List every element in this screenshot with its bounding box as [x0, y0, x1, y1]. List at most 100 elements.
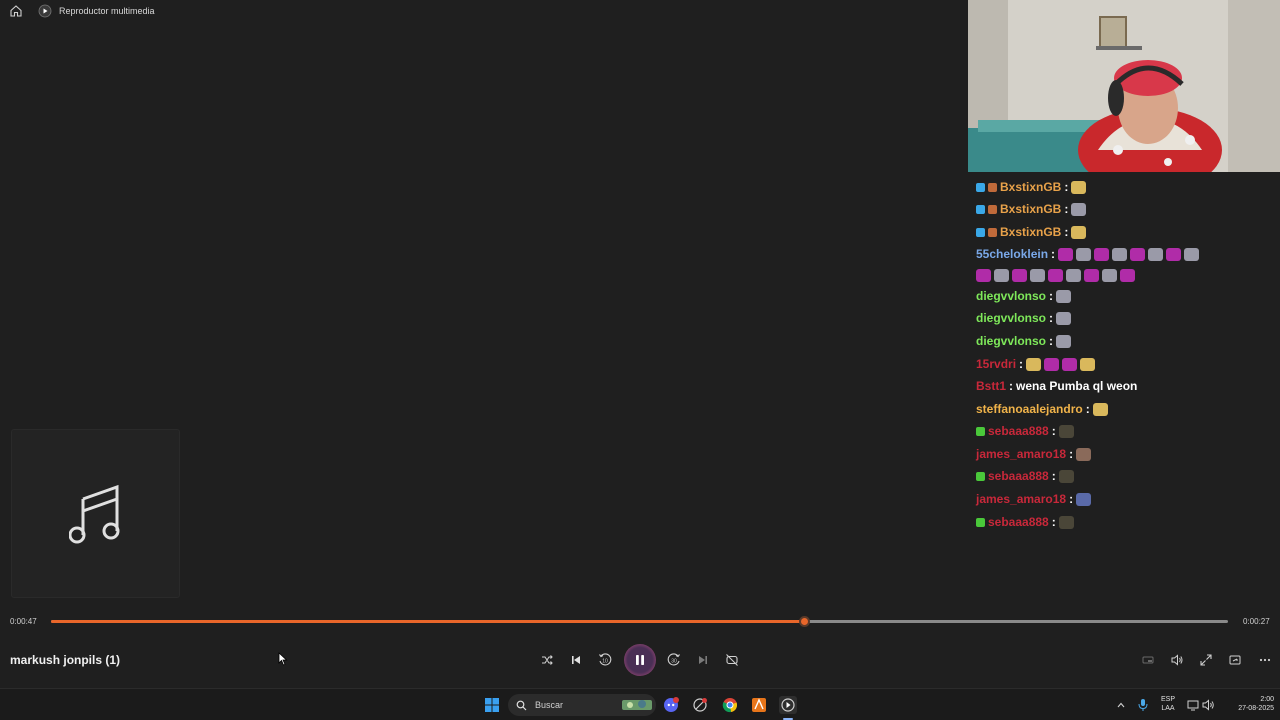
- media-player-icon: [38, 4, 52, 18]
- chat-username[interactable]: diegvvlonso: [976, 289, 1046, 303]
- taskbar-media-player[interactable]: [778, 695, 798, 715]
- chat-emote-icon: [1076, 247, 1092, 261]
- elapsed-time: 0:00:47: [10, 617, 37, 626]
- chat-separator: :: [1085, 402, 1090, 416]
- more-options-button[interactable]: [1255, 650, 1275, 670]
- shuffle-button[interactable]: [537, 650, 557, 670]
- chat-emote-icon: [1071, 180, 1087, 194]
- clock[interactable]: 2:00 27-08-2025: [1222, 695, 1274, 713]
- repeat-off-icon: [726, 654, 738, 666]
- miniplayer-icon: [1142, 656, 1154, 664]
- chat-emote-icon: [1056, 289, 1072, 303]
- svg-text:10: 10: [602, 659, 608, 665]
- chat-username[interactable]: sebaaa888: [988, 424, 1049, 438]
- chat-badge-icon: [988, 204, 997, 214]
- chat-emote-icon: [1048, 269, 1063, 282]
- language-code: ESP: [1160, 696, 1175, 703]
- tray-overflow-button[interactable]: [1111, 695, 1131, 715]
- rewind-10-button[interactable]: 10: [595, 650, 615, 670]
- language-indicator[interactable]: ESP LAA: [1156, 695, 1180, 713]
- previous-button[interactable]: [566, 650, 586, 670]
- start-button[interactable]: [482, 695, 502, 715]
- forward-30-button[interactable]: 30: [664, 650, 684, 670]
- chat-message: BxstixnGB :: [976, 202, 1087, 216]
- chat-username[interactable]: sebaaa888: [988, 515, 1049, 529]
- chat-badge-icon: [976, 182, 985, 192]
- seek-bar-thumb[interactable]: [799, 616, 811, 627]
- chrome-icon: [722, 698, 737, 713]
- chat-badge-icon: [976, 204, 985, 214]
- next-button[interactable]: [693, 650, 713, 670]
- chat-message: sebaaa888 :: [976, 469, 1074, 483]
- volume-button[interactable]: [1167, 650, 1187, 670]
- microphone-tray[interactable]: [1133, 695, 1153, 715]
- chat-emote-icon: [1071, 202, 1087, 216]
- pause-icon: [636, 655, 644, 665]
- cast-icon: [1229, 655, 1241, 665]
- chat-separator: :: [1064, 202, 1069, 216]
- chat-emote-icon: [994, 269, 1009, 282]
- chat-emote-icon: [1062, 357, 1078, 371]
- previous-icon: [572, 656, 580, 664]
- taskbar-app-2[interactable]: [690, 695, 710, 715]
- chat-separator: :: [1051, 247, 1056, 261]
- taskbar-search[interactable]: Buscar: [508, 694, 656, 716]
- volume-icon: [1171, 654, 1183, 666]
- fullscreen-button[interactable]: [1196, 650, 1216, 670]
- repeat-button[interactable]: [722, 650, 742, 670]
- chat-username[interactable]: 55cheloklein: [976, 247, 1048, 261]
- seek-bar[interactable]: [51, 616, 1228, 627]
- chat-badge-icon: [976, 227, 985, 237]
- volume-tray[interactable]: [1199, 695, 1219, 715]
- chat-emote-icon: [1076, 447, 1092, 461]
- fullscreen-icon: [1200, 654, 1212, 666]
- microphone-icon: [1138, 699, 1148, 711]
- rewind-10-icon: 10: [599, 653, 612, 666]
- taskbar-chrome[interactable]: [720, 695, 740, 715]
- discord-icon: [664, 697, 679, 712]
- taskbar-app-4[interactable]: [749, 695, 769, 715]
- chat-emote-icon: [1044, 357, 1060, 371]
- chat-message: 55cheloklein :: [976, 247, 1200, 261]
- mouse-cursor-icon: [278, 652, 288, 666]
- chat-emote-icon: [1130, 247, 1146, 261]
- chat-username[interactable]: BxstixnGB: [1000, 225, 1061, 239]
- chat-emote-icon: [1030, 269, 1045, 282]
- pause-button[interactable]: [624, 644, 656, 676]
- chat-username[interactable]: diegvvlonso: [976, 334, 1046, 348]
- chat-emote-icon: [1026, 357, 1042, 371]
- chat-username[interactable]: 15rvdri: [976, 357, 1016, 371]
- chat-message: diegvvlonso :: [976, 289, 1072, 303]
- editor-app-icon: [752, 698, 766, 712]
- chat-panel: BxstixnGB : BxstixnGB : BxstixnGB :55chelo…: [968, 176, 1280, 556]
- taskbar: Buscar ESP LAA 2:00 27-08-2025: [0, 688, 1280, 720]
- chat-emote-icon: [1058, 469, 1074, 483]
- chat-separator: :: [1051, 469, 1056, 483]
- music-note-icon: [68, 484, 119, 543]
- chat-username[interactable]: steffanoaalejandro: [976, 402, 1083, 416]
- cast-button[interactable]: [1225, 650, 1245, 670]
- search-icon: [516, 700, 527, 710]
- chat-username[interactable]: BxstixnGB: [1000, 202, 1061, 216]
- chat-badge-icon: [976, 517, 985, 527]
- chat-separator: :: [1019, 357, 1024, 371]
- windows-icon: [485, 698, 499, 712]
- media-player-window: Reproductor multimedia BxstixnGB : Bxstix…: [0, 0, 1280, 688]
- chat-emote-icon: [1066, 269, 1081, 282]
- chat-message: sebaaa888 :: [976, 424, 1074, 438]
- home-icon[interactable]: [9, 4, 23, 18]
- chat-username[interactable]: james_amaro18: [976, 492, 1066, 506]
- chat-emote-icon: [1056, 334, 1072, 348]
- taskbar-discord[interactable]: [661, 695, 681, 715]
- chat-username[interactable]: sebaaa888: [988, 469, 1049, 483]
- chat-username[interactable]: diegvvlonso: [976, 311, 1046, 325]
- chat-emote-icon: [1094, 247, 1110, 261]
- forward-30-icon: 30: [667, 653, 680, 666]
- chat-username[interactable]: james_amaro18: [976, 447, 1066, 461]
- svg-text:30: 30: [671, 659, 677, 665]
- miniplayer-button[interactable]: [1138, 650, 1158, 670]
- chat-separator: :: [1064, 180, 1069, 194]
- chat-badge-icon: [988, 182, 997, 192]
- chat-username[interactable]: Bstt1: [976, 379, 1006, 393]
- chat-username[interactable]: BxstixnGB: [1000, 180, 1061, 194]
